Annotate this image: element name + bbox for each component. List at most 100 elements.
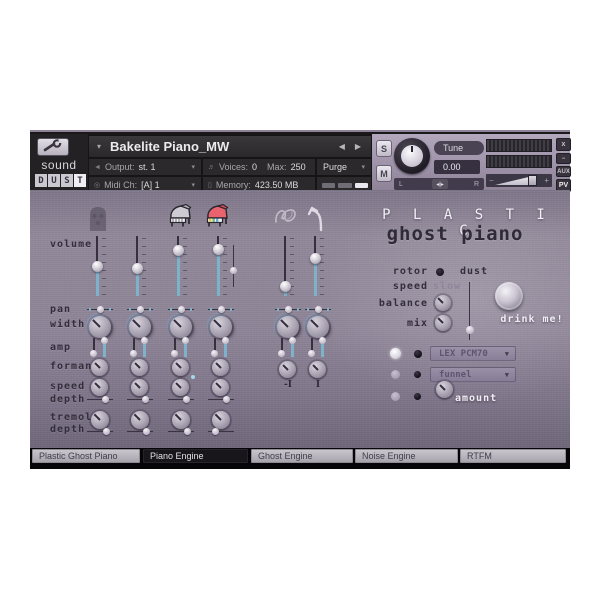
bus-knob[interactable] [279, 361, 296, 378]
drink-me-knob[interactable] [495, 282, 523, 310]
tune-knob[interactable] [394, 138, 430, 174]
width-knob[interactable] [307, 316, 329, 338]
page-tab-bar: Plastic Ghost Piano Piano Engine Ghost E… [30, 448, 570, 469]
output-caret-icon[interactable]: ▾ [191, 163, 195, 171]
tremolo-knob[interactable] [172, 411, 190, 429]
amp-envelope-sliders[interactable] [308, 338, 328, 358]
fx2-select[interactable]: funnel ▼ [430, 367, 516, 382]
tune-knob-pointer [411, 146, 413, 152]
preset-dropdown-icon[interactable]: ▾ [97, 142, 101, 151]
pan-mini-slider[interactable] [127, 305, 153, 314]
tremolo-knob[interactable] [212, 411, 230, 429]
purge-menu[interactable]: Purge ▾ [317, 159, 371, 175]
purge-label: Purge [323, 162, 347, 172]
dust-slider[interactable] [466, 282, 474, 340]
width-knob[interactable] [170, 316, 192, 338]
pan-handle[interactable]: ◂|▸ [432, 179, 448, 189]
pan-mini-slider[interactable] [168, 305, 194, 314]
close-button[interactable]: x [556, 138, 571, 151]
midi-caret-icon[interactable]: ▾ [191, 181, 195, 189]
speed-knob[interactable] [131, 379, 148, 396]
preset-prev-icon[interactable]: ◀ [339, 142, 345, 151]
output-select[interactable]: ◄ Output: st. 1 ▾ [89, 159, 201, 175]
formant-knob[interactable] [172, 359, 189, 376]
tab-plastic-ghost-piano[interactable]: Plastic Ghost Piano [32, 449, 140, 463]
volume-handle[interactable] [528, 175, 537, 186]
tremolo-knob[interactable] [91, 411, 109, 429]
amp-envelope-sliders[interactable] [278, 338, 298, 358]
pan-slider[interactable]: L ◂|▸ R [394, 178, 484, 190]
volume-fader[interactable] [170, 236, 186, 296]
formant-knob[interactable] [212, 359, 229, 376]
preset-title-bar[interactable]: ▾ Bakelite Piano_MW ◀ ▶ [89, 136, 371, 157]
formant-knob[interactable] [91, 359, 108, 376]
volume-slider[interactable]: − + [486, 174, 552, 187]
tremolo-depth-slider[interactable] [87, 428, 113, 436]
tab-ghost-engine[interactable]: Ghost Engine [251, 449, 353, 463]
width-knob[interactable] [210, 316, 232, 338]
aux-button[interactable]: AUX [556, 166, 571, 177]
speed-knob[interactable] [91, 379, 108, 396]
depth-slider[interactable] [87, 396, 113, 404]
speed-knob[interactable] [212, 379, 229, 396]
balance-knob[interactable] [435, 295, 451, 311]
max-value[interactable]: 250 [291, 162, 306, 172]
fx1-led[interactable] [390, 348, 401, 359]
amp-envelope-sliders[interactable] [211, 338, 231, 358]
amp-envelope-sliders[interactable] [130, 338, 150, 358]
minimize-button[interactable]: − [556, 153, 571, 164]
amp-envelope-sliders[interactable] [171, 338, 191, 358]
depth-slider[interactable] [208, 396, 234, 404]
memory-label: Memory: [216, 180, 251, 190]
pan-mini-slider[interactable] [208, 305, 234, 314]
amount-knob[interactable] [436, 381, 453, 398]
pan-mini-slider[interactable] [305, 305, 331, 314]
fx2-dot[interactable] [414, 371, 421, 378]
output-icon: ◄ [94, 164, 101, 171]
fx2-led[interactable] [391, 370, 400, 379]
width-knob[interactable] [129, 316, 151, 338]
fx3-led[interactable] [391, 392, 400, 401]
mix-knob[interactable] [435, 315, 451, 331]
fx3-dot[interactable] [414, 393, 421, 400]
rotor-led[interactable] [436, 268, 444, 276]
tab-piano-engine[interactable]: Piano Engine [143, 449, 248, 463]
rotor-speed-value[interactable]: slow [433, 281, 461, 292]
tremolo-depth-slider[interactable] [208, 428, 234, 436]
solo-button[interactable]: S [376, 140, 392, 157]
fx2-caret-icon[interactable]: ▼ [505, 371, 509, 379]
speed-knob[interactable] [172, 379, 189, 396]
volume-fader[interactable] [307, 236, 323, 296]
wrench-icon [38, 139, 68, 155]
depth-slider[interactable] [168, 396, 194, 404]
mute-button[interactable]: M [376, 165, 392, 182]
tremolo-depth-slider[interactable] [127, 428, 153, 436]
fx1-caret-icon[interactable]: ▼ [505, 350, 509, 358]
brand-name: sound [30, 158, 88, 172]
tab-noise-engine[interactable]: Noise Engine [355, 449, 458, 463]
aux-mini-fader[interactable] [230, 245, 238, 287]
output-label: Output: [105, 162, 135, 172]
width-knob[interactable] [277, 316, 299, 338]
bus-knob[interactable] [309, 361, 326, 378]
preset-next-icon[interactable]: ▶ [355, 142, 361, 151]
volume-fader[interactable] [89, 236, 105, 296]
amp-envelope-sliders[interactable] [90, 338, 110, 358]
tab-rtfm[interactable]: RTFM [460, 449, 566, 463]
edit-wrench-button[interactable] [37, 138, 69, 156]
tremolo-knob[interactable] [131, 411, 149, 429]
width-knob[interactable] [89, 316, 111, 338]
tremolo-depth-slider[interactable] [168, 428, 194, 436]
purge-caret-icon[interactable]: ▾ [361, 163, 365, 171]
tune-value[interactable]: 0.00 [434, 160, 480, 174]
fx1-dot[interactable] [414, 350, 422, 358]
rotor-label-line1: rotor [368, 266, 428, 277]
volume-fader[interactable] [277, 236, 293, 296]
fx1-select[interactable]: LEX PCM70 ▼ [430, 346, 516, 361]
pan-mini-slider[interactable] [275, 305, 301, 314]
formant-knob[interactable] [131, 359, 148, 376]
volume-fader[interactable] [210, 236, 226, 296]
depth-slider[interactable] [127, 396, 153, 404]
pan-mini-slider[interactable] [87, 305, 113, 314]
volume-fader[interactable] [129, 236, 145, 296]
